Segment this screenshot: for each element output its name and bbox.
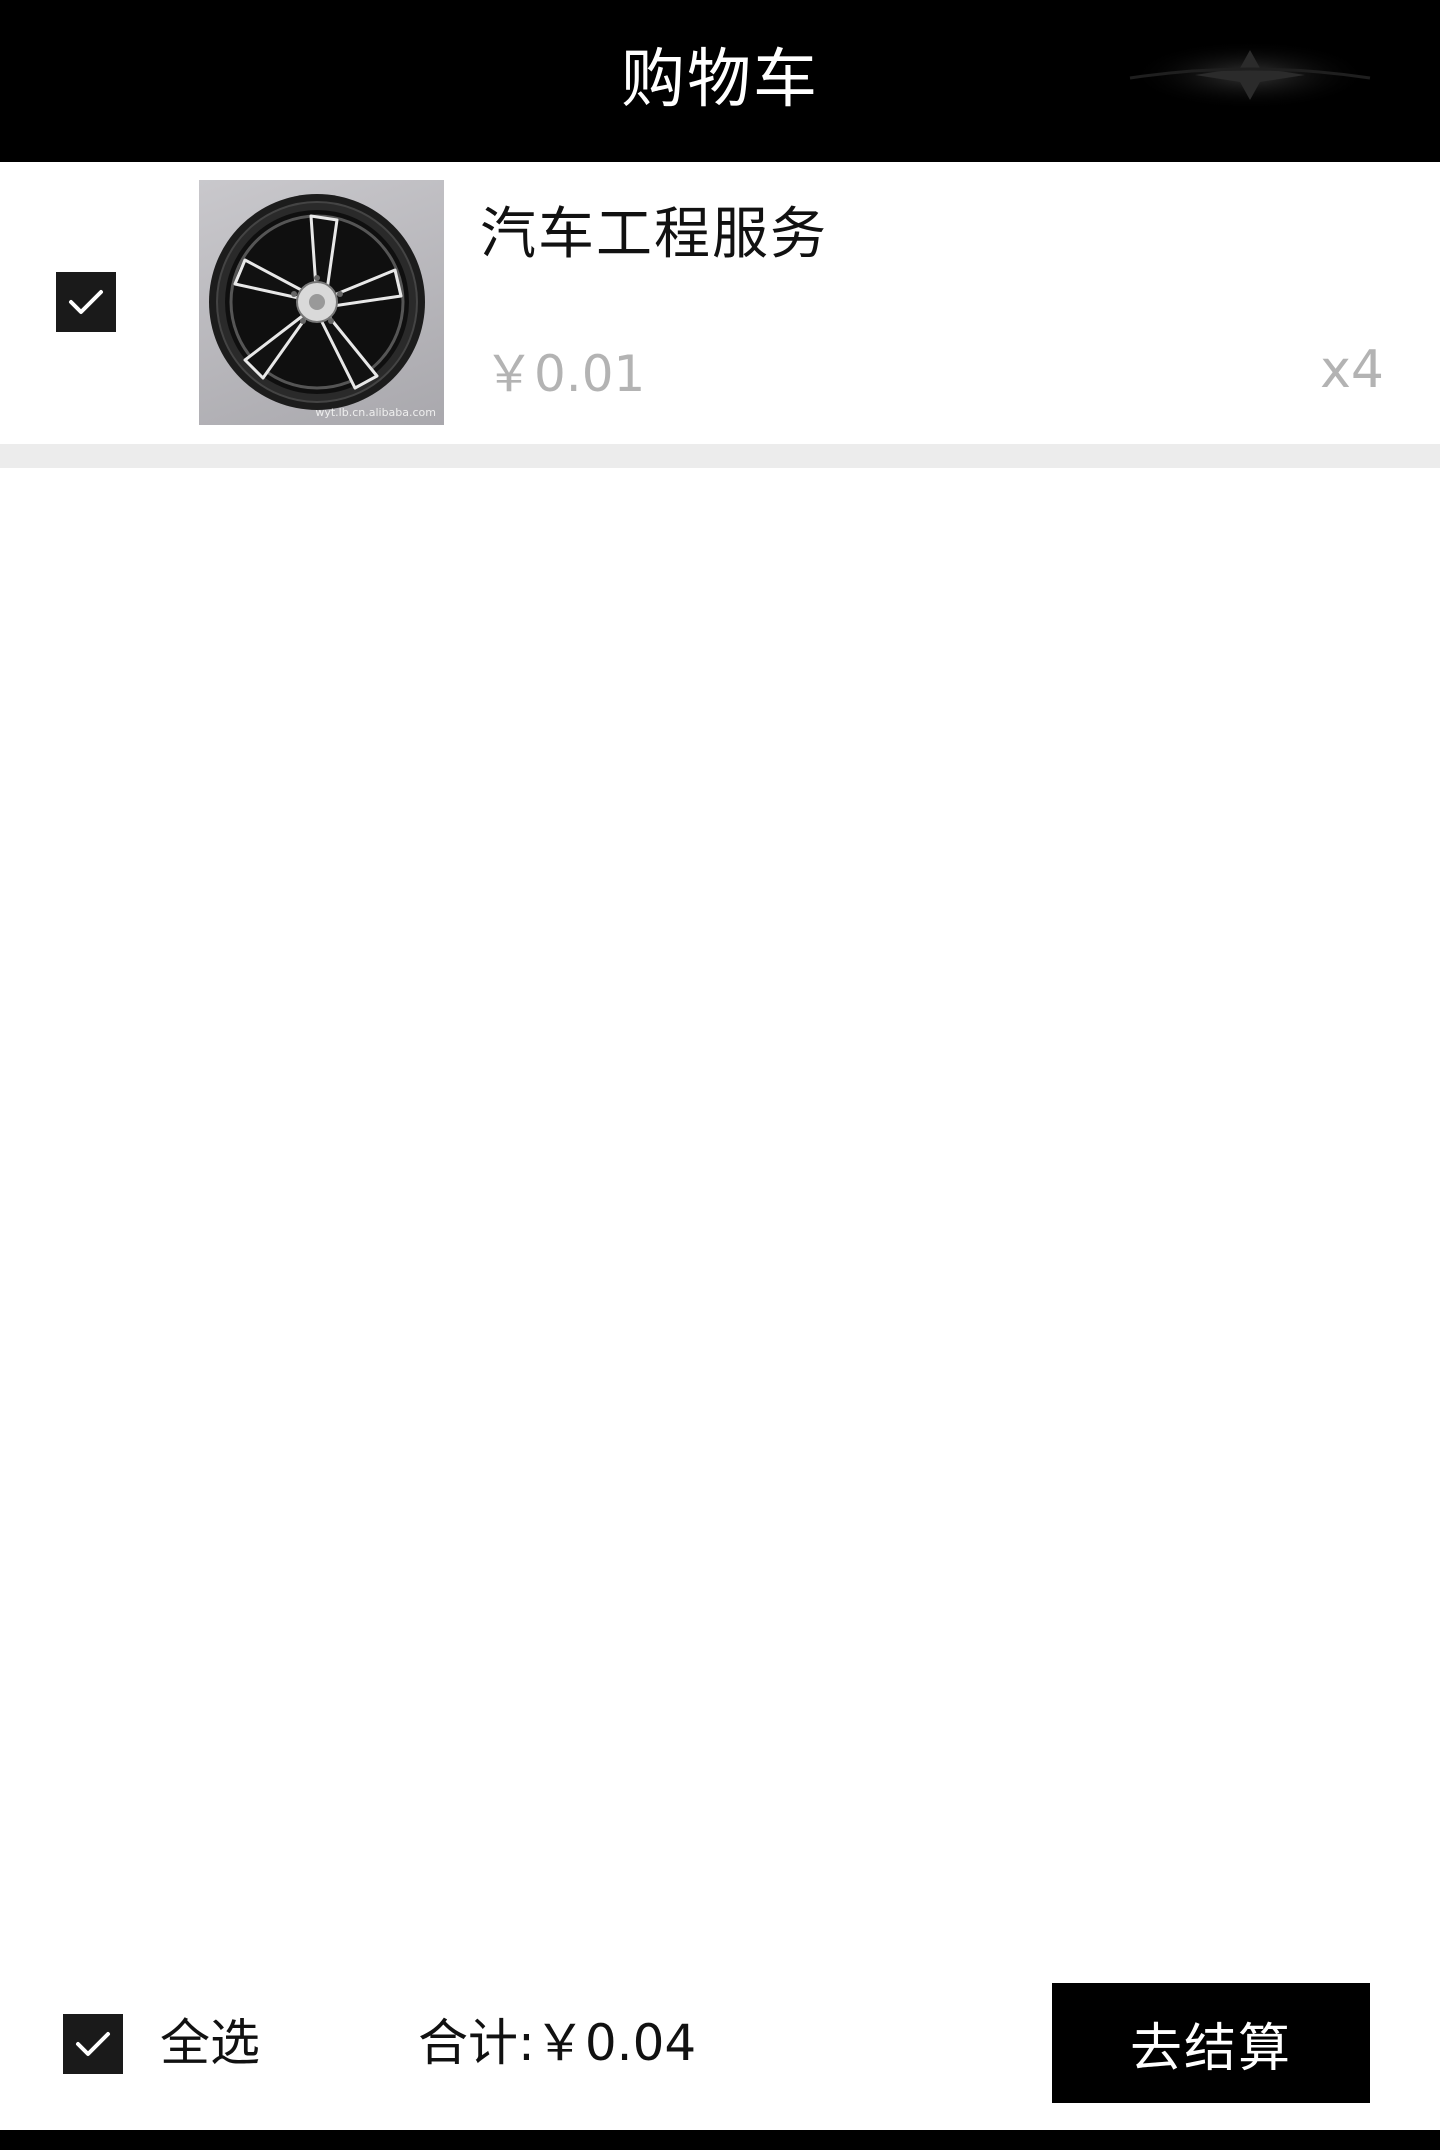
cart-page: 购物车 wyt.lb.cn.alibaba.com 汽车工程服务 ￥0.01 x… xyxy=(0,0,1440,2150)
select-all-label[interactable]: 全选 xyxy=(160,2008,260,2078)
total-label: 合计: xyxy=(418,2014,535,2072)
checkmark-icon xyxy=(76,2032,110,2056)
divider xyxy=(0,444,1440,468)
item-checkbox[interactable] xyxy=(56,272,116,332)
checkout-button[interactable]: 去结算 xyxy=(1052,1983,1370,2103)
checkout-bar: 全选 合计:￥0.04 去结算 xyxy=(0,1960,1440,2130)
alloy-wheel-rim xyxy=(209,194,425,410)
checkmark-icon xyxy=(69,290,103,314)
total-value: ￥0.04 xyxy=(534,2014,697,2072)
cart-item[interactable]: wyt.lb.cn.alibaba.com 汽车工程服务 ￥0.01 x4 xyxy=(0,162,1440,444)
product-price: ￥0.01 xyxy=(484,345,646,403)
product-name[interactable]: 汽车工程服务 xyxy=(480,200,828,270)
select-all-checkbox[interactable] xyxy=(63,2014,123,2074)
bottom-edge xyxy=(0,2130,1440,2150)
total-summary: 合计:￥0.04 xyxy=(418,2008,696,2078)
product-quantity: x4 xyxy=(1320,340,1384,400)
image-watermark: wyt.lb.cn.alibaba.com xyxy=(315,406,436,419)
header-bar: 购物车 xyxy=(0,0,1440,162)
product-image[interactable]: wyt.lb.cn.alibaba.com xyxy=(199,180,444,425)
brand-logo-icon xyxy=(1100,30,1400,140)
